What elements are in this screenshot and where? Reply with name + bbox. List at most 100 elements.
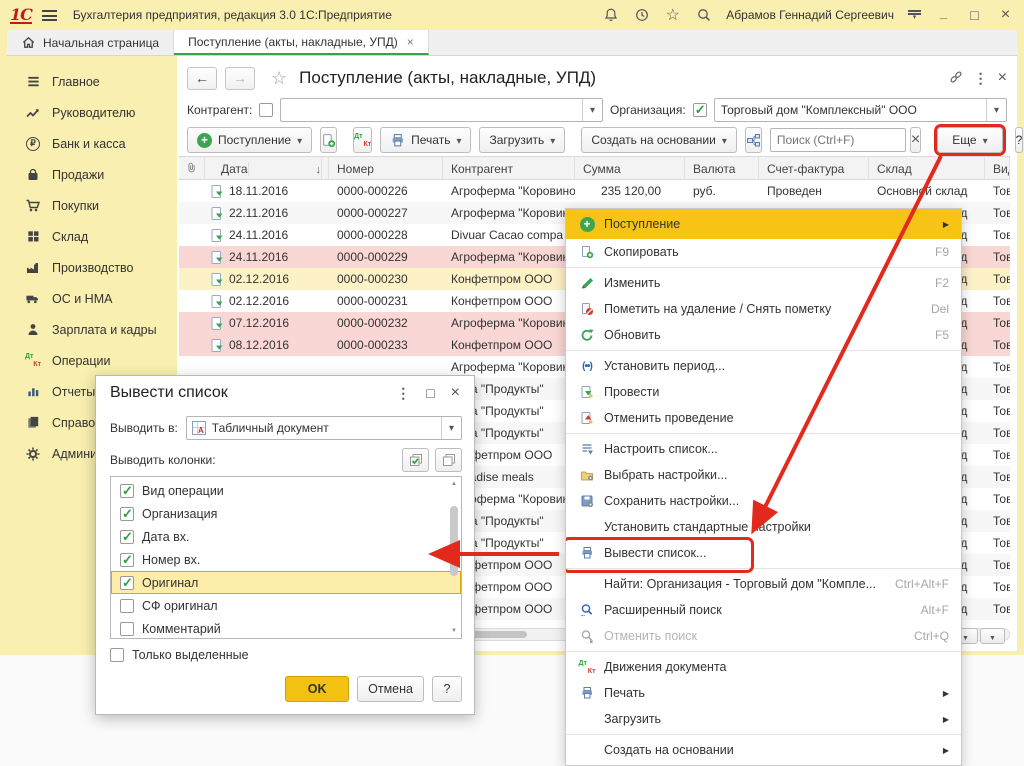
dialog-more-icon[interactable]: [396, 385, 410, 402]
check-all-button[interactable]: [402, 448, 429, 472]
uncheck-all-button[interactable]: [435, 448, 462, 472]
dialog-help-button[interactable]: ?: [432, 676, 462, 702]
dropdown-icon[interactable]: [986, 99, 1006, 121]
close-button[interactable]: [997, 7, 1014, 24]
copy-button[interactable]: [320, 127, 337, 153]
more-menu-icon[interactable]: [974, 70, 988, 87]
scroll-end-button[interactable]: [980, 628, 1005, 644]
menu-item-print[interactable]: Печать: [566, 680, 961, 706]
checkbox[interactable]: [120, 530, 134, 544]
menu-item-mark-deletion[interactable]: Пометить на удаление / Снять пометкуDel: [566, 296, 961, 322]
column-option-vid-operacii[interactable]: Вид операции: [111, 479, 461, 502]
get-link-icon[interactable]: [948, 69, 964, 88]
menu-item-configure-list[interactable]: Настроить список...: [566, 436, 961, 462]
checkbox[interactable]: [120, 599, 134, 613]
main-menu-icon[interactable]: [42, 10, 57, 21]
contractor-filter-checkbox[interactable]: [259, 103, 273, 117]
checkbox[interactable]: [120, 576, 134, 590]
sidebar-item-production[interactable]: Производство: [7, 252, 177, 283]
load-button[interactable]: Загрузить: [479, 127, 565, 153]
attachment-column-header[interactable]: [179, 157, 205, 179]
dialog-close-icon[interactable]: [451, 384, 460, 402]
menu-item-advanced-search[interactable]: Расширенный поискAlt+F: [566, 597, 961, 623]
menu-item-unpost[interactable]: Отменить проведение: [566, 405, 961, 431]
sidebar-item-sales[interactable]: Продажи: [7, 159, 177, 190]
notifications-bell-icon[interactable]: [602, 7, 619, 24]
sidebar-item-main[interactable]: Главное: [7, 66, 177, 97]
document-movements-button[interactable]: [353, 127, 372, 153]
sidebar-item-operations[interactable]: Операции: [7, 345, 177, 376]
column-option-original[interactable]: Оригинал: [111, 571, 461, 594]
minimize-button[interactable]: [935, 7, 952, 24]
forward-button[interactable]: [225, 67, 255, 90]
menu-item-document-movements[interactable]: Движения документа: [566, 654, 961, 680]
close-form-icon[interactable]: [998, 69, 1007, 87]
tab-home[interactable]: Начальная страница: [7, 30, 174, 55]
column-option-data-vh[interactable]: Дата вх.: [111, 525, 461, 548]
search-box[interactable]: [770, 128, 906, 152]
only-selected-row[interactable]: Только выделенные: [110, 648, 249, 662]
menu-item-standard-settings[interactable]: Установить стандартные настройки: [566, 514, 961, 540]
column-option-sf-original[interactable]: СФ оригинал: [111, 594, 461, 617]
related-documents-button[interactable]: [745, 127, 762, 153]
checkbox[interactable]: [120, 484, 134, 498]
search-input[interactable]: [771, 133, 938, 147]
column-option-nomer-vh[interactable]: Номер вх.: [111, 548, 461, 571]
column-header-optype[interactable]: Вид операции: [985, 157, 1010, 179]
contractor-filter-input[interactable]: [281, 103, 582, 117]
sidebar-item-manager[interactable]: Руководителю: [7, 97, 177, 128]
current-user[interactable]: Абрамов Геннадий Сергеевич: [726, 8, 894, 22]
back-button[interactable]: [187, 67, 217, 90]
maximize-button[interactable]: [966, 7, 983, 24]
organization-filter-checkbox[interactable]: [693, 103, 707, 117]
cancel-button[interactable]: Отмена: [357, 676, 424, 702]
history-icon[interactable]: [633, 7, 650, 24]
column-header-currency[interactable]: Валюта: [685, 157, 759, 179]
column-header-date[interactable]: Дата: [205, 157, 329, 179]
sidebar-item-fixed-assets[interactable]: ОС и НМА: [7, 283, 177, 314]
search-icon[interactable]: [695, 7, 712, 24]
help-button[interactable]: ?: [1015, 127, 1024, 153]
menu-item-choose-settings[interactable]: Выбрать настройки...: [566, 462, 961, 488]
checkbox[interactable]: [120, 622, 134, 636]
print-button[interactable]: Печать: [380, 127, 471, 153]
sidebar-item-bank-cash[interactable]: Банк и касса: [7, 128, 177, 159]
sidebar-item-salary-hr[interactable]: Зарплата и кадры: [7, 314, 177, 345]
create-based-on-button[interactable]: Создать на основании: [581, 127, 737, 153]
sidebar-item-warehouse[interactable]: Склад: [7, 221, 177, 252]
menu-item-edit[interactable]: ИзменитьF2: [566, 270, 961, 296]
menu-item-cancel-search[interactable]: Отменить поискCtrl+Q: [566, 623, 961, 649]
menu-item-post[interactable]: Провести: [566, 379, 961, 405]
organization-filter-input[interactable]: [715, 103, 986, 117]
organization-filter-combo[interactable]: [714, 98, 1007, 122]
column-header-sum[interactable]: Сумма: [575, 157, 685, 179]
dialog-maximize-icon[interactable]: [426, 385, 434, 401]
menu-item-receipt[interactable]: Поступление: [566, 209, 961, 239]
menu-item-save-settings[interactable]: Сохранить настройки...: [566, 488, 961, 514]
contractor-filter-combo[interactable]: [280, 98, 603, 122]
menu-item-copy[interactable]: СкопироватьF9: [566, 239, 961, 265]
sidebar-item-purchases[interactable]: Покупки: [7, 190, 177, 221]
ok-button[interactable]: OK: [285, 676, 349, 702]
menu-item-load[interactable]: Загрузить: [566, 706, 961, 732]
favorite-star-icon[interactable]: [271, 68, 287, 89]
menu-item-set-period[interactable]: Установить период...: [566, 353, 961, 379]
checkbox[interactable]: [120, 553, 134, 567]
service-menu-icon[interactable]: ▾: [908, 10, 921, 20]
output-to-input[interactable]: [206, 421, 441, 435]
only-selected-checkbox[interactable]: [110, 648, 124, 662]
more-button[interactable]: Еще: [937, 127, 1002, 153]
tab-close-icon[interactable]: ×: [407, 35, 414, 49]
checkbox[interactable]: [120, 507, 134, 521]
tab-receipts[interactable]: Поступление (акты, накладные, УПД) ×: [174, 30, 429, 55]
column-header-number[interactable]: Номер: [329, 157, 443, 179]
favorites-star-icon[interactable]: [664, 7, 681, 24]
list-scrollbar[interactable]: [449, 480, 459, 635]
dropdown-icon[interactable]: [441, 417, 461, 439]
column-header-contractor[interactable]: Контрагент: [443, 157, 575, 179]
menu-item-create-based-on[interactable]: Создать на основании: [566, 737, 961, 763]
column-option-kommentarij[interactable]: Комментарий: [111, 617, 461, 640]
column-option-organizaciya[interactable]: Организация: [111, 502, 461, 525]
dropdown-icon[interactable]: [582, 99, 602, 121]
output-to-combo[interactable]: [186, 416, 462, 440]
